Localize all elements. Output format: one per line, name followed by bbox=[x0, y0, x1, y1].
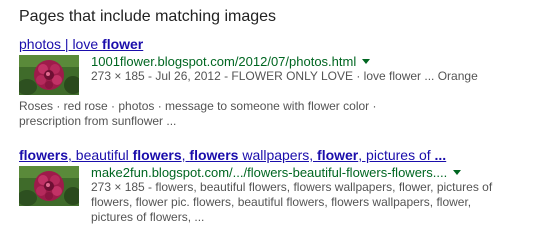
snippet-line: 273 × 185 - flowers, beautiful flowers, … bbox=[91, 180, 493, 194]
caret-down-icon[interactable] bbox=[453, 170, 462, 175]
title-part-bold[interactable]: flowers bbox=[133, 147, 182, 163]
title-part[interactable]: photos | love bbox=[19, 36, 102, 52]
result-url-2: make2fun.blogspot.com/.../flowers-beauti… bbox=[91, 165, 550, 180]
search-result-2: flowers, beautiful flowers, flowers wall… bbox=[19, 147, 539, 224]
title-part-bold[interactable]: flowers bbox=[189, 147, 238, 163]
title-part-bold[interactable]: flowers bbox=[19, 147, 68, 163]
url-text: 1001flower.blogspot.com/2012/07/photos.h… bbox=[91, 54, 357, 69]
url-text: make2fun.blogspot.com/.../flowers-beauti… bbox=[91, 165, 448, 180]
result-url-1: 1001flower.blogspot.com/2012/07/photos.h… bbox=[91, 54, 550, 69]
snippet-line: flowers, flower pic. flowers, beautiful … bbox=[91, 195, 472, 209]
title-part-bold[interactable]: flower bbox=[102, 36, 143, 52]
flower-thumbnail-icon[interactable] bbox=[19, 166, 79, 206]
title-part[interactable]: wallpapers, bbox=[238, 147, 317, 163]
title-part[interactable]: , pictures of bbox=[358, 147, 434, 163]
title-part-bold[interactable]: ... bbox=[435, 147, 447, 163]
snippet-line: prescription from sunflower ... bbox=[19, 114, 177, 128]
section-heading: Pages that include matching images bbox=[19, 8, 277, 25]
search-result-1: photos | love flower 1001flower.blogspot… bbox=[19, 36, 539, 128]
result-snippet-1-continued: Roses · red rose · photos · message to s… bbox=[19, 99, 376, 129]
snippet-line: 273 × 185 - Jul 26, 2012 - FLOWER ONLY L… bbox=[91, 69, 478, 83]
result-title-link-1[interactable]: photos | love flower bbox=[19, 36, 539, 52]
caret-down-icon[interactable] bbox=[362, 59, 371, 64]
title-part[interactable]: , beautiful bbox=[68, 147, 133, 163]
result-title-link-2[interactable]: flowers, beautiful flowers, flowers wall… bbox=[19, 147, 539, 163]
snippet-line: pictures of flowers, ... bbox=[91, 210, 205, 224]
flower-thumbnail-icon[interactable] bbox=[19, 55, 79, 95]
result-snippet-1: 273 × 185 - Jul 26, 2012 - FLOWER ONLY L… bbox=[91, 69, 550, 84]
result-snippet-2: 273 × 185 - flowers, beautiful flowers, … bbox=[91, 180, 550, 225]
snippet-line: Roses · red rose · photos · message to s… bbox=[19, 99, 377, 113]
title-part-bold[interactable]: flower bbox=[317, 147, 358, 163]
